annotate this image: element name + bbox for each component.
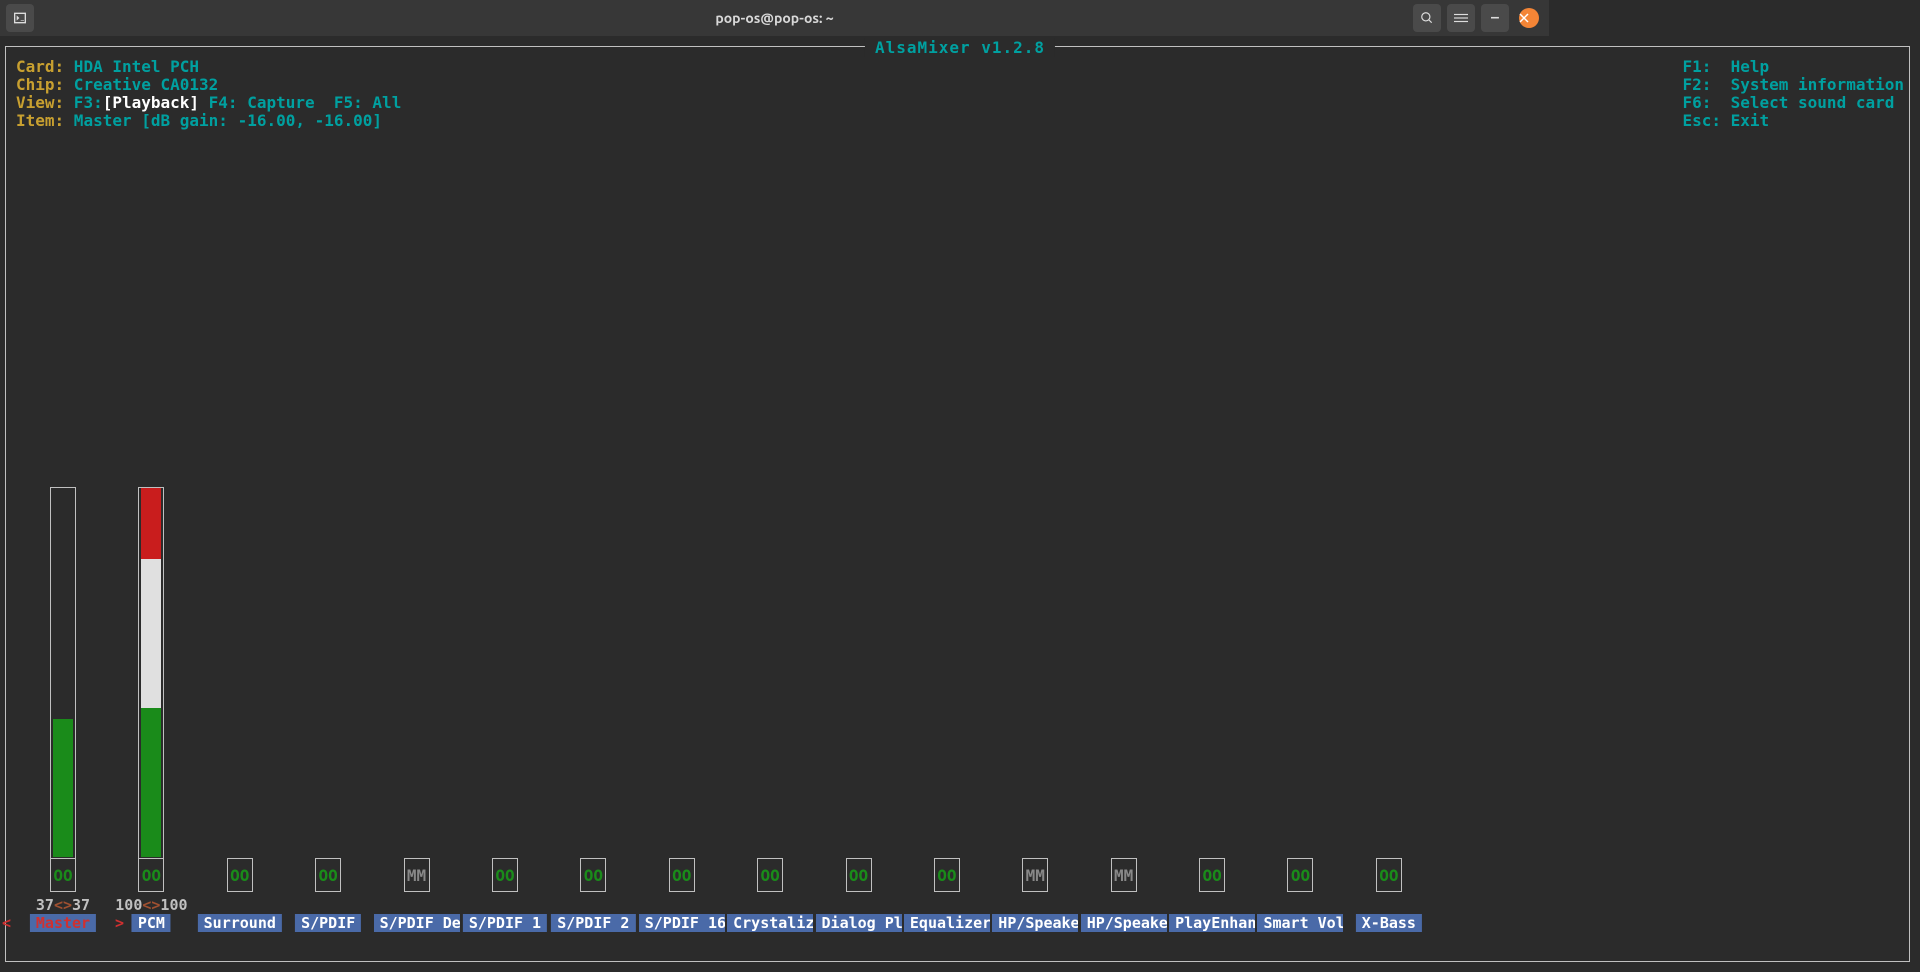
card-label: Card:: [16, 57, 64, 76]
channel-label: Smart Volu: [1257, 914, 1343, 932]
view-rest: F4: Capture F5: All: [199, 93, 401, 112]
channel-s-pdif-def[interactable]: MMS/PDIF Def: [404, 859, 430, 892]
level-readout: 100<>100: [91, 896, 211, 914]
mute-box[interactable]: OO: [580, 858, 606, 892]
channel-hp-speaker[interactable]: MMHP/Speaker: [1022, 859, 1048, 892]
volume-meter[interactable]: [50, 487, 76, 859]
window-titlebar: pop-os@pop-os: ~ –: [0, 0, 1549, 36]
channel-surround[interactable]: OOSurround: [227, 859, 253, 892]
channel-label: Surround: [198, 914, 282, 932]
channel-label: S/PDIF: [295, 914, 361, 932]
channel-hp-speaker[interactable]: MMHP/Speaker: [1111, 859, 1137, 892]
chip-value: Creative CA0132: [64, 75, 218, 94]
mute-box[interactable]: OO: [1199, 858, 1225, 892]
chip-label: Chip:: [16, 75, 64, 94]
channel-label: PCM: [132, 914, 171, 932]
window-title: pop-os@pop-os: ~: [0, 10, 1549, 26]
menu-button[interactable]: [1447, 4, 1475, 32]
channel-label: HP/Speaker: [1081, 914, 1167, 932]
terminal-icon[interactable]: [6, 4, 34, 32]
channel-smart-volu[interactable]: OOSmart Volu: [1287, 859, 1313, 892]
channel-label: Dialog Plu: [816, 914, 902, 932]
channel-master[interactable]: OO37<>37Master<>: [50, 487, 76, 892]
mute-box[interactable]: OO: [1287, 858, 1313, 892]
help-esc: Esc: Exit: [1682, 112, 1904, 130]
item-label: Item:: [16, 111, 64, 130]
view-label: View:: [16, 93, 64, 112]
help-f2: F2: System information: [1682, 76, 1904, 94]
minimize-button[interactable]: –: [1481, 4, 1509, 32]
mute-box[interactable]: OO: [492, 858, 518, 892]
channel-label: Master: [30, 914, 96, 932]
app-title: AlsaMixer v1.2.8: [865, 38, 1055, 57]
search-button[interactable]: [1413, 4, 1441, 32]
channel-dialog-plu[interactable]: OODialog Plu: [846, 859, 872, 892]
view-playback: [Playback]: [103, 93, 199, 112]
item-value: Master [dB gain: -16.00, -16.00]: [64, 111, 382, 130]
help-f1: F1: Help: [1682, 58, 1904, 76]
channel-label: PlayEnhanc: [1169, 914, 1255, 932]
mute-box[interactable]: OO: [669, 858, 695, 892]
view-f3: F3:: [64, 93, 103, 112]
selection-marker-right: >: [115, 914, 124, 932]
channel-label: S/PDIF 1: [463, 914, 547, 932]
mute-box[interactable]: OO: [1376, 858, 1402, 892]
channel-s-pdif-16[interactable]: OOS/PDIF 16: [669, 859, 695, 892]
channel-equalizer[interactable]: OOEqualizer: [934, 859, 960, 892]
close-button[interactable]: [1519, 8, 1539, 28]
channel-s-pdif-1[interactable]: OOS/PDIF 1: [492, 859, 518, 892]
card-value: HDA Intel PCH: [64, 57, 199, 76]
mute-box[interactable]: OO: [227, 858, 253, 892]
mute-box[interactable]: OO: [50, 858, 76, 892]
help-f6: F6: Select sound card: [1682, 94, 1904, 112]
channel-crystalize[interactable]: OOCrystalize: [757, 859, 783, 892]
mute-box[interactable]: OO: [846, 858, 872, 892]
mixer-channels[interactable]: OO37<>37Master<>OO100<>100PCMOOSurroundO…: [50, 226, 1910, 892]
channel-playenhanc[interactable]: OOPlayEnhanc: [1199, 859, 1225, 892]
channel-label: X-Bass: [1356, 914, 1422, 932]
mute-box[interactable]: OO: [934, 858, 960, 892]
help-panel: F1: Help F2: System information F6: Sele…: [1682, 58, 1904, 130]
channel-s-pdif-2[interactable]: OOS/PDIF 2: [580, 859, 606, 892]
channel-label: Crystalize: [727, 914, 813, 932]
mute-box[interactable]: MM: [1022, 858, 1048, 892]
selection-marker-left: <: [2, 914, 11, 932]
channel-label: Equalizer: [904, 914, 990, 932]
channel-label: S/PDIF Def: [374, 914, 460, 932]
channel-s-pdif[interactable]: OOS/PDIF: [315, 859, 341, 892]
channel-label: HP/Speaker: [992, 914, 1078, 932]
terminal-area[interactable]: AlsaMixer v1.2.8 Card: HDA Intel PCH Chi…: [0, 36, 1920, 972]
channel-x-bass[interactable]: OOX-Bass: [1376, 859, 1402, 892]
mute-box[interactable]: OO: [315, 858, 341, 892]
volume-meter[interactable]: [138, 487, 164, 859]
mute-box[interactable]: OO: [757, 858, 783, 892]
info-panel-left: Card: HDA Intel PCH Chip: Creative CA013…: [16, 58, 401, 130]
mute-box[interactable]: MM: [404, 858, 430, 892]
channel-pcm[interactable]: OO100<>100PCM: [138, 487, 164, 892]
mute-box[interactable]: MM: [1111, 858, 1137, 892]
channel-label: S/PDIF 16: [639, 914, 725, 932]
channel-label: S/PDIF 2: [551, 914, 635, 932]
mute-box[interactable]: OO: [138, 858, 164, 892]
